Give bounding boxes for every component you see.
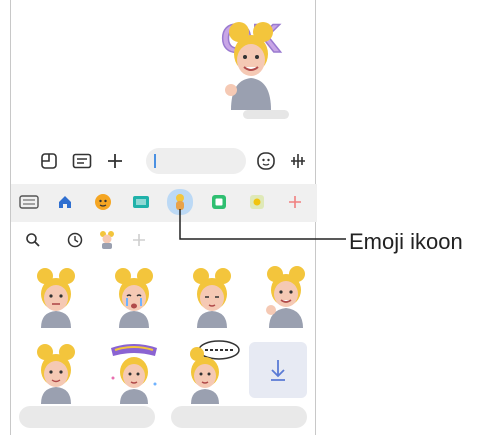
sticker-eyes-closed[interactable] bbox=[181, 262, 243, 328]
recent-icon[interactable] bbox=[65, 230, 85, 250]
voice-icon[interactable] bbox=[287, 150, 309, 172]
plus-icon[interactable] bbox=[105, 151, 125, 171]
callout-label: Emoji ikoon bbox=[349, 229, 463, 254]
text-caret bbox=[154, 154, 156, 168]
message-timestamp bbox=[243, 110, 289, 119]
sticker-speech-bubble[interactable] bbox=[181, 338, 243, 404]
avatar-icon[interactable] bbox=[97, 228, 117, 252]
sticker-smiling[interactable] bbox=[25, 338, 87, 404]
home-icon[interactable] bbox=[53, 190, 77, 214]
callout-leader-line bbox=[179, 209, 346, 240]
sticker-icon[interactable] bbox=[39, 151, 59, 171]
sticker-download[interactable] bbox=[249, 342, 307, 398]
download-icon bbox=[271, 360, 285, 381]
bottom-right-button[interactable] bbox=[171, 406, 307, 428]
sticker-waving[interactable] bbox=[255, 262, 317, 328]
gif-icon[interactable] bbox=[129, 190, 153, 214]
add-icon[interactable] bbox=[129, 230, 149, 250]
sent-avatar-sticker[interactable]: OK bbox=[201, 10, 301, 110]
message-input[interactable] bbox=[146, 148, 246, 174]
bottom-left-button[interactable] bbox=[19, 406, 155, 428]
sticker-neutral[interactable] bbox=[25, 262, 87, 328]
composer-bar bbox=[23, 146, 313, 176]
keyboard-icon[interactable] bbox=[17, 190, 41, 214]
emoji-face-icon[interactable] bbox=[255, 150, 277, 172]
sticker-crying[interactable] bbox=[103, 262, 165, 328]
search-icon[interactable] bbox=[23, 230, 43, 250]
sticker-thanks-text[interactable] bbox=[103, 338, 165, 404]
face-icon[interactable] bbox=[91, 190, 115, 214]
image-icon[interactable] bbox=[71, 151, 93, 171]
